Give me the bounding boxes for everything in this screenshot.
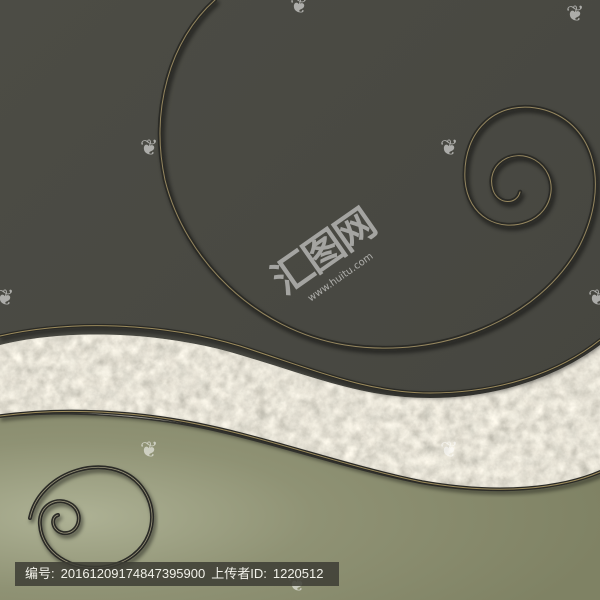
watermark-icon: ❦ <box>290 0 309 19</box>
watermark-icon: ❦ <box>140 136 159 161</box>
artwork-canvas: ❦ ❦ ❦ ❦ ❦ ❦ ❦ ❦ ❦ 汇图网 www.huitu.com 编号:2… <box>0 0 600 600</box>
watermark-icon: ❦ <box>140 438 159 463</box>
watermark-icon: ❦ <box>588 286 600 311</box>
watermark-icon: ❦ <box>566 2 585 27</box>
id-label: 编号: <box>25 566 55 581</box>
watermark-icon: ❦ <box>440 438 459 463</box>
watermark-icon: ❦ <box>440 136 459 161</box>
image-id-caption: 编号: 20161209174847395900 上传者ID: 1220512 <box>15 562 340 586</box>
uploader-value: 1220512 <box>272 566 324 581</box>
watermark-icon: ❦ <box>0 286 15 311</box>
uploader-label: 上传者ID: <box>211 566 267 581</box>
id-value: 20161209174847395900 <box>60 566 206 581</box>
